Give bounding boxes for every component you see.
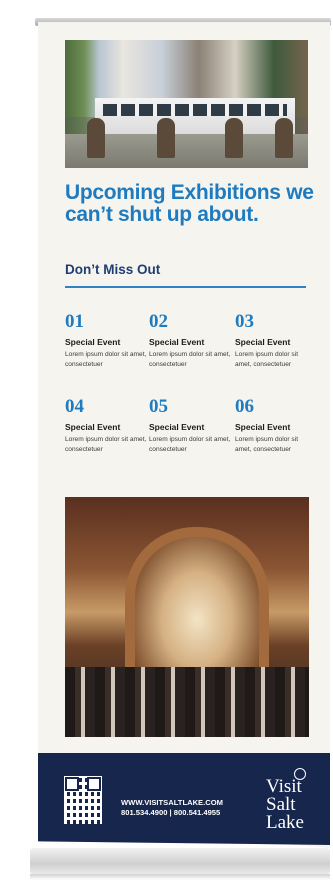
street-tram-photo	[65, 40, 308, 168]
event-item: 02 Special Event Lorem ipsum dolor sit a…	[149, 312, 235, 369]
exhibition-hall-photo	[65, 497, 309, 737]
event-number: 03	[235, 311, 254, 332]
cyclist-shape	[225, 118, 243, 158]
subheading: Don’t Miss Out	[65, 262, 161, 277]
event-number: 01	[65, 311, 84, 332]
crowd-shape	[65, 667, 309, 737]
divider-line	[65, 286, 306, 288]
event-item: 03 Special Event Lorem ipsum dolor sit a…	[235, 312, 315, 369]
event-title: Special Event	[149, 337, 205, 347]
event-item: 06 Special Event Lorem ipsum dolor sit a…	[235, 397, 315, 454]
event-title: Special Event	[235, 422, 291, 432]
phone-text: 801.534.4900 | 800.541.4955	[121, 808, 221, 817]
event-item: 04 Special Event Lorem ipsum dolor sit a…	[65, 397, 149, 454]
website-text: WWW.VISITSALTLAKE.COM	[121, 798, 223, 807]
event-number: 02	[149, 311, 168, 332]
visit-salt-lake-logo: Visit Salt Lake	[266, 777, 326, 833]
tram-shape	[95, 98, 295, 139]
brand-line-3: Lake	[266, 812, 304, 833]
event-item: 01 Special Event Lorem ipsum dolor sit a…	[65, 312, 149, 369]
qr-code-icon	[64, 776, 102, 824]
event-title: Special Event	[65, 422, 121, 432]
event-title: Special Event	[65, 337, 121, 347]
events-grid: 01 Special Event Lorem ipsum dolor sit a…	[65, 312, 315, 454]
event-description: Lorem ipsum dolor sit amet, consectetuer	[65, 436, 147, 453]
event-description: Lorem ipsum dolor sit amet, consectetuer	[149, 436, 231, 453]
event-title: Special Event	[235, 337, 291, 347]
event-description: Lorem ipsum dolor sit amet, consectetuer	[235, 436, 299, 453]
cyclist-shape	[157, 118, 175, 158]
cyclist-shape	[87, 118, 105, 158]
banner-stand-base	[30, 848, 330, 880]
event-item: 05 Special Event Lorem ipsum dolor sit a…	[149, 397, 235, 454]
event-number: 05	[149, 396, 168, 417]
arch-shape	[125, 527, 269, 687]
event-description: Lorem ipsum dolor sit amet, consectetuer	[65, 351, 147, 368]
headline: Upcoming Exhibitions we can’t shut up ab…	[65, 181, 314, 226]
contact-info: WWW.VISITSALTLAKE.COM 801.534.4900 | 800…	[121, 798, 223, 818]
event-title: Special Event	[149, 422, 205, 432]
event-number: 06	[235, 396, 254, 417]
event-description: Lorem ipsum dolor sit amet, consectetuer	[149, 351, 231, 368]
event-description: Lorem ipsum dolor sit amet, consectetuer	[235, 351, 299, 368]
event-number: 04	[65, 396, 84, 417]
cyclist-shape	[275, 118, 293, 158]
